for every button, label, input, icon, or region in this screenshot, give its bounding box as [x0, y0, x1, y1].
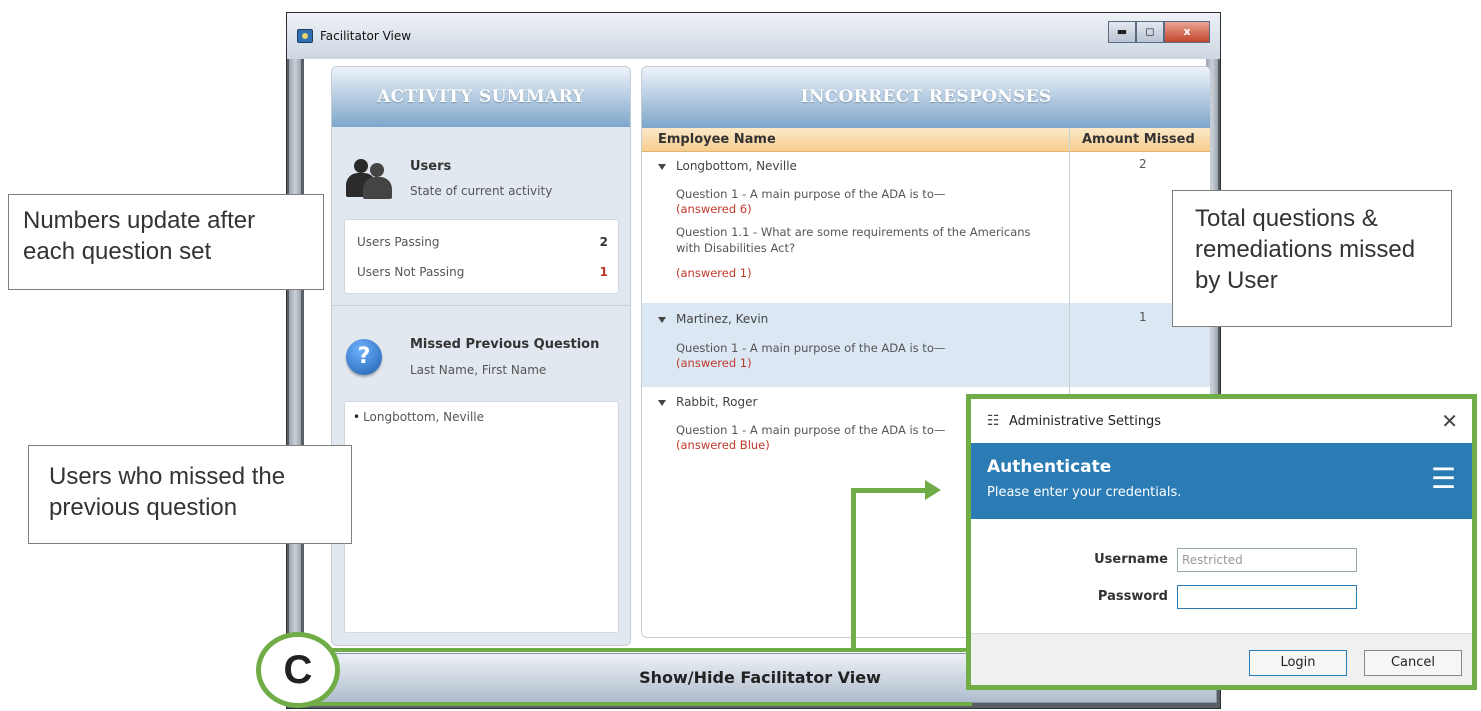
answer-text: (answered 1) [676, 356, 752, 370]
highlight-frame [303, 648, 972, 706]
section-divider [332, 305, 630, 306]
question-text: Question 1 - A main purpose of the ADA i… [676, 187, 946, 201]
cancel-button[interactable]: Cancel [1364, 650, 1462, 676]
table-header: Employee Name Amount Missed [642, 128, 1210, 152]
callout-total-questions: Total questions & remediations missed by… [1172, 190, 1452, 327]
window-title: Facilitator View [320, 29, 412, 43]
question-text: Question 1.1 - What are some requirement… [676, 225, 1031, 255]
missed-users-list: Longbottom, Neville [344, 401, 619, 633]
window-titlebar: Facilitator View ▬ ◻ x [287, 13, 1220, 59]
amount-missed: 1 [1139, 310, 1147, 324]
authenticate-heading: Authenticate [987, 457, 1112, 477]
connector-line [851, 488, 929, 493]
password-label: Password [1097, 589, 1168, 604]
collapse-triangle-icon[interactable] [658, 317, 666, 323]
list-item: Longbottom, Neville [353, 410, 484, 424]
stat-label: Users Passing [357, 235, 440, 249]
sliders-icon: ☰ [1430, 462, 1456, 495]
employee-name: Martinez, Kevin [676, 312, 769, 326]
dialog-titlebar: ☷ Administrative Settings ✕ [971, 399, 1472, 443]
answer-text: (answered 6) [676, 202, 752, 216]
collapse-triangle-icon[interactable] [658, 400, 666, 406]
settings-sliders-icon: ☷ [987, 413, 1000, 429]
app-icon [297, 29, 313, 43]
maximize-button[interactable]: ◻ [1136, 21, 1164, 43]
authenticate-banner: Authenticate Please enter your credentia… [971, 443, 1472, 519]
users-subtitle: State of current activity [410, 184, 553, 198]
dialog-footer: Login Cancel [971, 633, 1472, 685]
column-amount-missed[interactable]: Amount Missed [1082, 132, 1195, 147]
stat-value: 1 [599, 265, 608, 279]
callout-users-missed: Users who missed the previous question [28, 445, 352, 544]
collapse-triangle-icon[interactable] [658, 164, 666, 170]
table-row: Longbottom, Neville 2 Question 1 - A mai… [642, 153, 1210, 303]
activity-summary-panel: ACTIVITY SUMMARY Users State of current … [331, 66, 631, 646]
minimize-button[interactable]: ▬ [1108, 21, 1136, 43]
stat-users-passing: Users Passing 2 [357, 235, 608, 249]
question-text: Question 1 - A main purpose of the ADA i… [676, 341, 946, 355]
close-button[interactable]: x [1164, 21, 1210, 43]
stat-value: 2 [599, 235, 608, 249]
stat-label: Users Not Passing [357, 265, 465, 279]
employee-name: Rabbit, Roger [676, 395, 758, 409]
missed-subtitle: Last Name, First Name [410, 363, 547, 377]
users-icon [346, 159, 392, 199]
answer-text: (answered Blue) [676, 438, 770, 452]
table-row: Martinez, Kevin 1 Question 1 - A main pu… [642, 303, 1210, 387]
authenticate-subheading: Please enter your credentials. [987, 485, 1182, 500]
login-button[interactable]: Login [1249, 650, 1347, 676]
close-icon[interactable]: ✕ [1441, 409, 1458, 433]
incorrect-responses-header: INCORRECT RESPONSES [642, 67, 1210, 128]
credentials-form: Username Password [971, 519, 1472, 633]
users-stats-box: Users Passing 2 Users Not Passing 1 [344, 219, 619, 294]
users-title: Users [410, 159, 452, 174]
username-field[interactable] [1177, 548, 1357, 572]
amount-missed: 2 [1139, 157, 1147, 171]
missed-title: Missed Previous Question [410, 337, 600, 352]
activity-summary-header: ACTIVITY SUMMARY [332, 67, 630, 127]
connector-line [851, 490, 856, 648]
callout-numbers-update: Numbers update after each question set [8, 194, 324, 290]
question-mark-icon: ? [346, 339, 382, 375]
answer-text: (answered 1) [676, 266, 752, 280]
dialog-title: Administrative Settings [1009, 414, 1162, 429]
column-employee-name[interactable]: Employee Name [658, 132, 776, 147]
step-badge: C [256, 632, 340, 708]
employee-name: Longbottom, Neville [676, 159, 797, 173]
administrative-settings-dialog: ☷ Administrative Settings ✕ Authenticate… [966, 394, 1477, 690]
window-controls: ▬ ◻ x [1108, 21, 1210, 43]
arrow-right-icon [925, 480, 941, 500]
password-field[interactable] [1177, 585, 1357, 609]
stat-users-not-passing: Users Not Passing 1 [357, 265, 608, 279]
username-label: Username [1094, 552, 1168, 567]
window-frame-left [289, 59, 301, 653]
